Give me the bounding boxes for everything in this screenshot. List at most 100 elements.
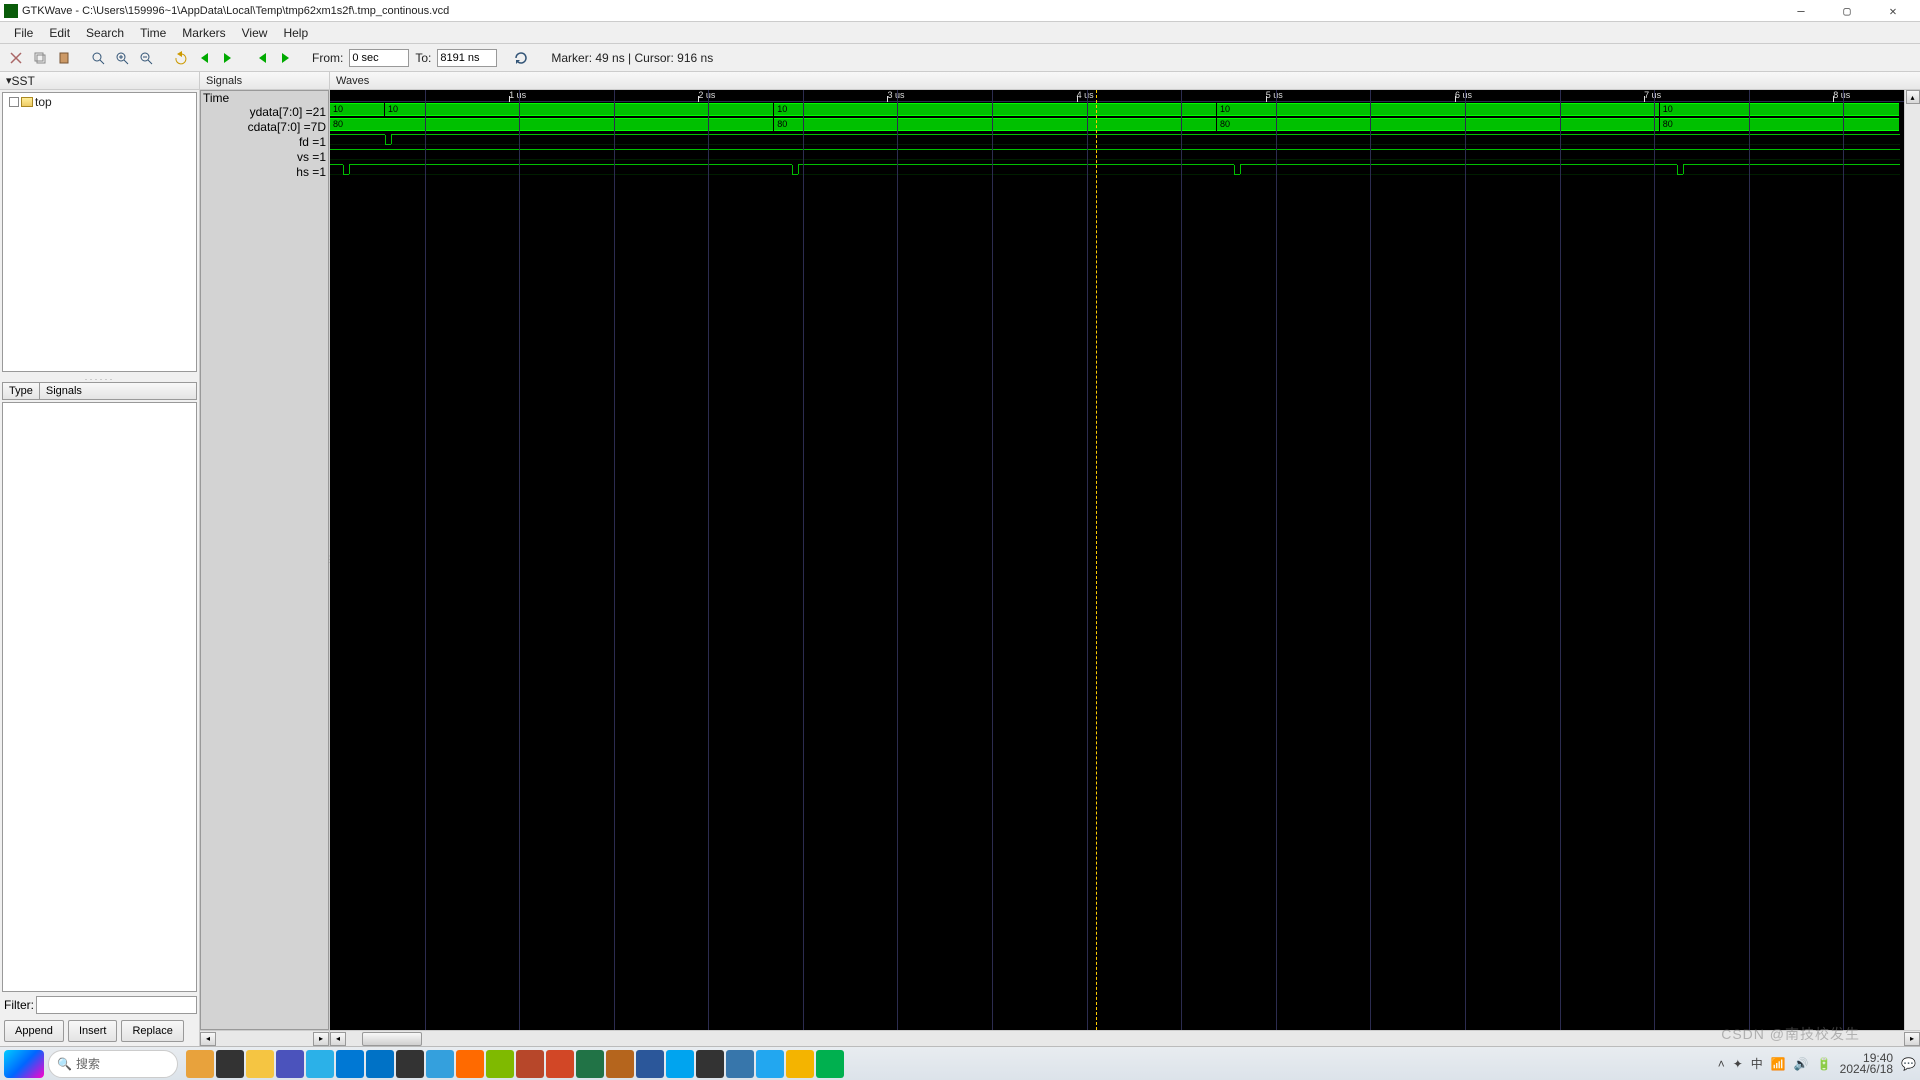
taskbar-app-files[interactable] xyxy=(456,1050,484,1078)
goto-start-icon[interactable] xyxy=(194,48,214,68)
taskbar-app-dark[interactable] xyxy=(216,1050,244,1078)
wifi-icon[interactable]: 📶 xyxy=(1771,1057,1786,1071)
replace-button[interactable]: Replace xyxy=(121,1020,183,1042)
next-edge-icon[interactable] xyxy=(276,48,296,68)
menu-search[interactable]: Search xyxy=(78,24,132,42)
signal-row[interactable]: hs =1 xyxy=(201,165,328,180)
taskbar-app-calc[interactable] xyxy=(666,1050,694,1078)
reload-icon[interactable] xyxy=(511,48,531,68)
taskbar-app-wave[interactable] xyxy=(816,1050,844,1078)
time-row-label: Time xyxy=(201,91,328,105)
taskbar-app-signal[interactable] xyxy=(786,1050,814,1078)
marker-line[interactable] xyxy=(1096,90,1097,1030)
signals-column-header[interactable]: Signals xyxy=(40,383,196,399)
signal-row[interactable]: cdata[7:0] =7D xyxy=(201,120,328,135)
taskbar-app-outlook[interactable] xyxy=(366,1050,394,1078)
menu-time[interactable]: Time xyxy=(132,24,174,42)
toolbar: From: To: Marker: 49 ns | Cursor: 916 ns xyxy=(0,44,1920,72)
start-button[interactable] xyxy=(4,1050,44,1078)
taskbar-app-excel[interactable] xyxy=(546,1050,574,1078)
filter-input[interactable] xyxy=(36,996,197,1014)
copy-icon[interactable] xyxy=(30,48,50,68)
wave-row[interactable]: 1010101010 xyxy=(330,102,1920,117)
zoom-fit-icon[interactable] xyxy=(88,48,108,68)
horizontal-sash[interactable]: ······ xyxy=(0,374,199,382)
notifications-icon[interactable]: 💬 xyxy=(1901,1057,1916,1071)
taskbar-app-ppt[interactable] xyxy=(516,1050,544,1078)
wave-row[interactable]: 80808080 xyxy=(330,117,1920,132)
signal-row[interactable]: fd =1 xyxy=(201,135,328,150)
goto-end-icon[interactable] xyxy=(218,48,238,68)
app-icon xyxy=(4,4,18,18)
marker-cursor-status: Marker: 49 ns | Cursor: 916 ns xyxy=(551,51,713,65)
paste-icon[interactable] xyxy=(54,48,74,68)
taskbar-search[interactable]: 🔍 搜索 xyxy=(48,1050,178,1078)
taskbar-app-briefcase[interactable] xyxy=(186,1050,214,1078)
taskbar-app-bear[interactable] xyxy=(486,1050,514,1078)
tray-clock[interactable]: 19:40 2024/6/18 xyxy=(1840,1053,1893,1075)
signal-row[interactable]: vs =1 xyxy=(201,150,328,165)
chevron-up-icon[interactable]: ˄ xyxy=(1718,1057,1725,1071)
taskbar: 🔍 搜索 ˄ ✦ 中 📶 🔊 🔋 19:40 2024/6/18 💬 xyxy=(0,1046,1920,1080)
menu-markers[interactable]: Markers xyxy=(174,24,233,42)
close-button[interactable]: ✕ xyxy=(1870,1,1916,21)
prev-edge-icon[interactable] xyxy=(252,48,272,68)
from-input[interactable] xyxy=(349,49,409,67)
taskbar-app-rm[interactable] xyxy=(576,1050,604,1078)
volume-icon[interactable]: 🔊 xyxy=(1794,1057,1809,1071)
zoom-in-icon[interactable] xyxy=(112,48,132,68)
wave-row[interactable] xyxy=(330,147,1920,162)
append-button[interactable]: Append xyxy=(4,1020,64,1042)
menu-file[interactable]: File xyxy=(6,24,41,42)
tree-item-top[interactable]: top xyxy=(3,93,196,111)
taskbar-app-vscode[interactable] xyxy=(726,1050,754,1078)
to-label: To: xyxy=(413,51,433,65)
type-column-header[interactable]: Type xyxy=(3,383,40,399)
ime-indicator[interactable]: 中 xyxy=(1751,1055,1763,1072)
undo-icon[interactable] xyxy=(170,48,190,68)
taskbar-app-py[interactable] xyxy=(696,1050,724,1078)
title-bar: GTKWave - C:\Users\159996~1\AppData\Loca… xyxy=(0,0,1920,22)
sst-tree[interactable]: top xyxy=(2,92,197,372)
time-tick: 1 us xyxy=(509,90,526,102)
menu-help[interactable]: Help xyxy=(275,24,316,42)
tree-collapse-icon[interactable] xyxy=(9,97,19,107)
signal-names[interactable]: Time ydata[7:0] =21 cdata[7:0] =7D fd =1… xyxy=(200,90,329,1030)
signal-list[interactable] xyxy=(2,402,197,992)
taskbar-app-folder[interactable] xyxy=(246,1050,274,1078)
signals-panel-title: Signals xyxy=(200,72,329,90)
signals-hscroll[interactable]: ◂▸ xyxy=(200,1030,329,1046)
taskbar-app-todo[interactable] xyxy=(336,1050,364,1078)
time-tick: 6 us xyxy=(1455,90,1472,102)
signal-row[interactable]: ydata[7:0] =21 xyxy=(201,105,328,120)
taskbar-app-unity[interactable] xyxy=(426,1050,454,1078)
waves-panel-title: Waves xyxy=(330,72,1920,90)
module-icon xyxy=(21,97,33,107)
taskbar-app-edge[interactable] xyxy=(306,1050,334,1078)
wave-row[interactable] xyxy=(330,132,1920,147)
menu-edit[interactable]: Edit xyxy=(41,24,78,42)
wave-area[interactable]: 1 us2 us3 us4 us5 us6 us7 us8 us 1010101… xyxy=(330,90,1920,1030)
waves-hscroll[interactable]: ◂▸ xyxy=(330,1030,1920,1046)
taskbar-app-chrome[interactable] xyxy=(756,1050,784,1078)
cut-icon[interactable] xyxy=(6,48,26,68)
hscroll-thumb[interactable] xyxy=(362,1032,422,1046)
time-tick: 3 us xyxy=(887,90,904,102)
taskbar-app-teams[interactable] xyxy=(276,1050,304,1078)
taskbar-app-obs[interactable] xyxy=(396,1050,424,1078)
to-input[interactable] xyxy=(437,49,497,67)
taskbar-app-word[interactable] xyxy=(606,1050,634,1078)
maximize-button[interactable]: ▢ xyxy=(1824,1,1870,21)
taskbar-app-sync[interactable] xyxy=(636,1050,664,1078)
insert-button[interactable]: Insert xyxy=(68,1020,118,1042)
zoom-out-icon[interactable] xyxy=(136,48,156,68)
time-tick: 4 us xyxy=(1077,90,1094,102)
battery-icon[interactable]: 🔋 xyxy=(1817,1057,1832,1071)
menu-view[interactable]: View xyxy=(234,24,276,42)
time-tick: 7 us xyxy=(1644,90,1661,102)
wave-row[interactable] xyxy=(330,162,1920,177)
copilot-icon[interactable]: ✦ xyxy=(1733,1057,1743,1071)
waves-vscroll[interactable]: ▴ xyxy=(1904,90,1920,1030)
minimize-button[interactable]: — xyxy=(1778,1,1824,21)
time-tick: 5 us xyxy=(1266,90,1283,102)
